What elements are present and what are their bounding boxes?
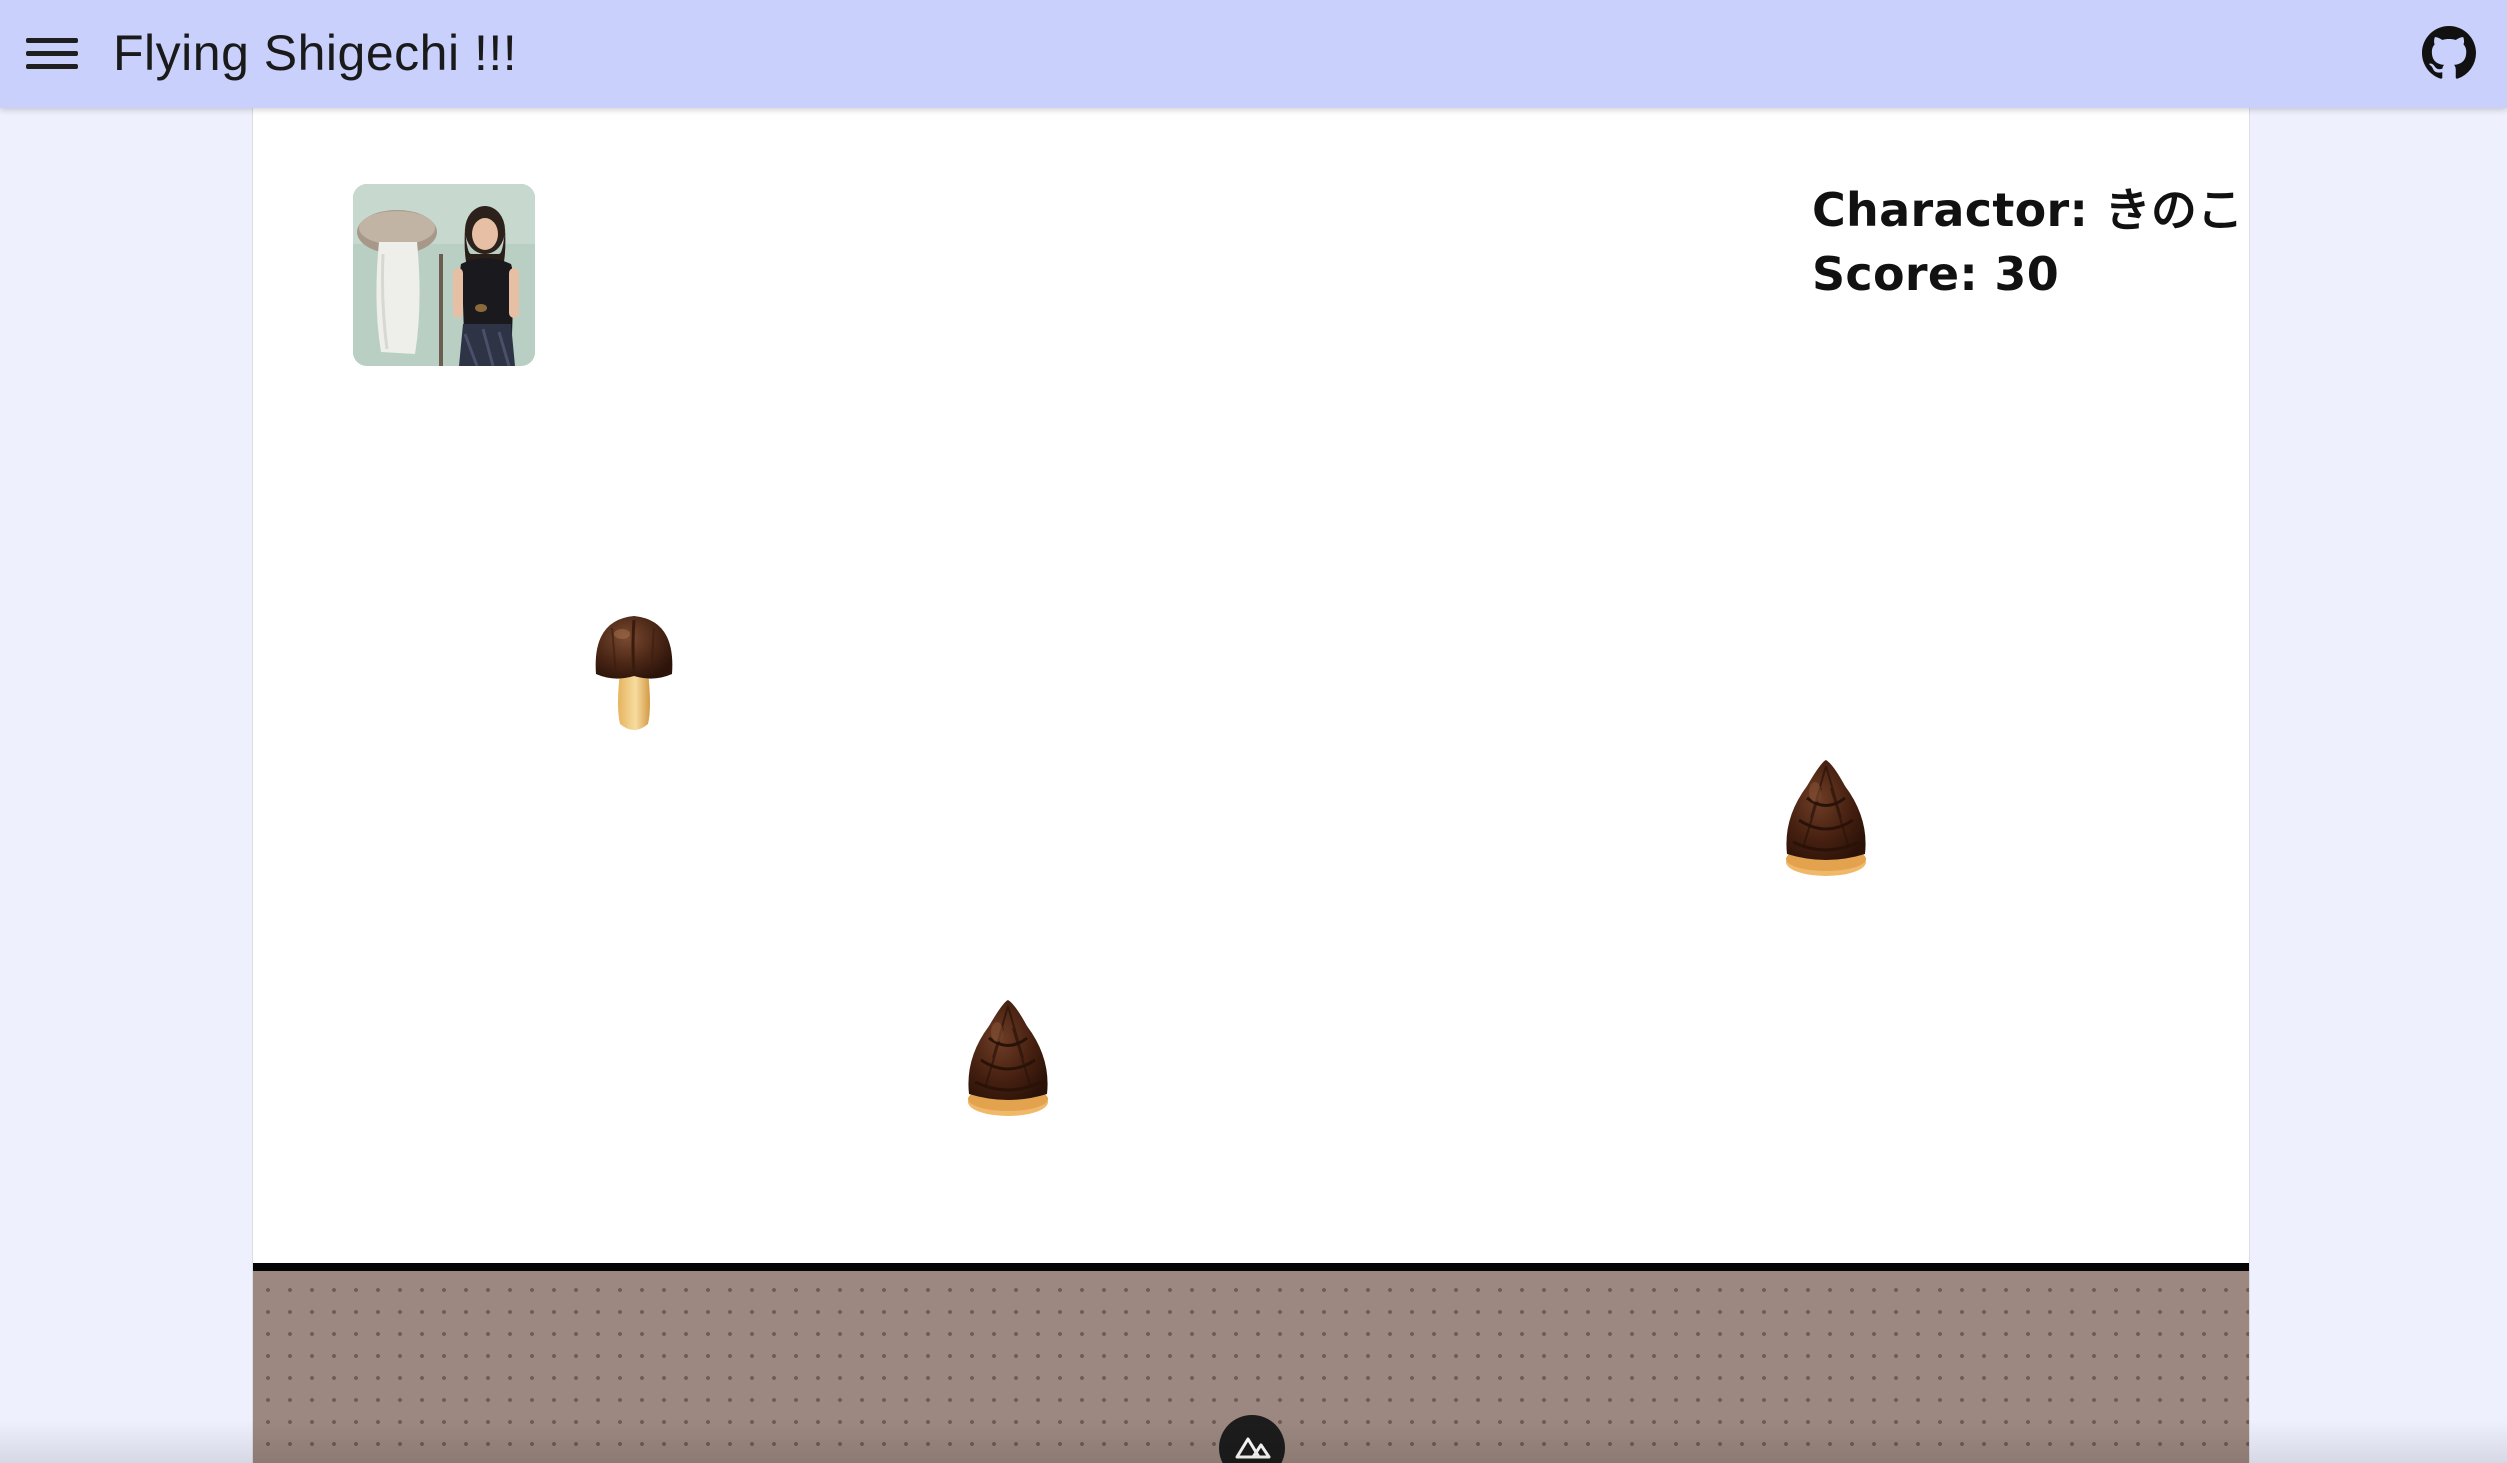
nuxt-logo-icon[interactable] xyxy=(1219,1415,1285,1463)
takenoko-bamboo-sprite xyxy=(963,998,1053,1120)
player-avatar-image xyxy=(353,184,535,366)
github-icon[interactable] xyxy=(2422,26,2476,80)
app-bar: Flying Shigechi !!! xyxy=(0,0,2507,108)
game-canvas[interactable]: Charactor: きのこ Score: 30 xyxy=(252,108,2250,1463)
charactor-value: きのこ xyxy=(2104,183,2244,237)
charactor-label: Charactor: xyxy=(1812,183,2089,237)
hamburger-menu-icon[interactable] xyxy=(26,34,78,74)
score-readout: Score: 30 xyxy=(1812,242,2243,306)
hud: Charactor: きのこ Score: 30 xyxy=(1812,178,2243,306)
takenoko-bamboo-sprite xyxy=(1781,758,1871,880)
kinoko-mushroom-sprite xyxy=(592,612,676,736)
app-title: Flying Shigechi !!! xyxy=(113,25,518,81)
charactor-readout: Charactor: きのこ xyxy=(1812,178,2243,242)
score-value: 30 xyxy=(1994,247,2060,301)
score-label: Score: xyxy=(1812,247,1979,301)
